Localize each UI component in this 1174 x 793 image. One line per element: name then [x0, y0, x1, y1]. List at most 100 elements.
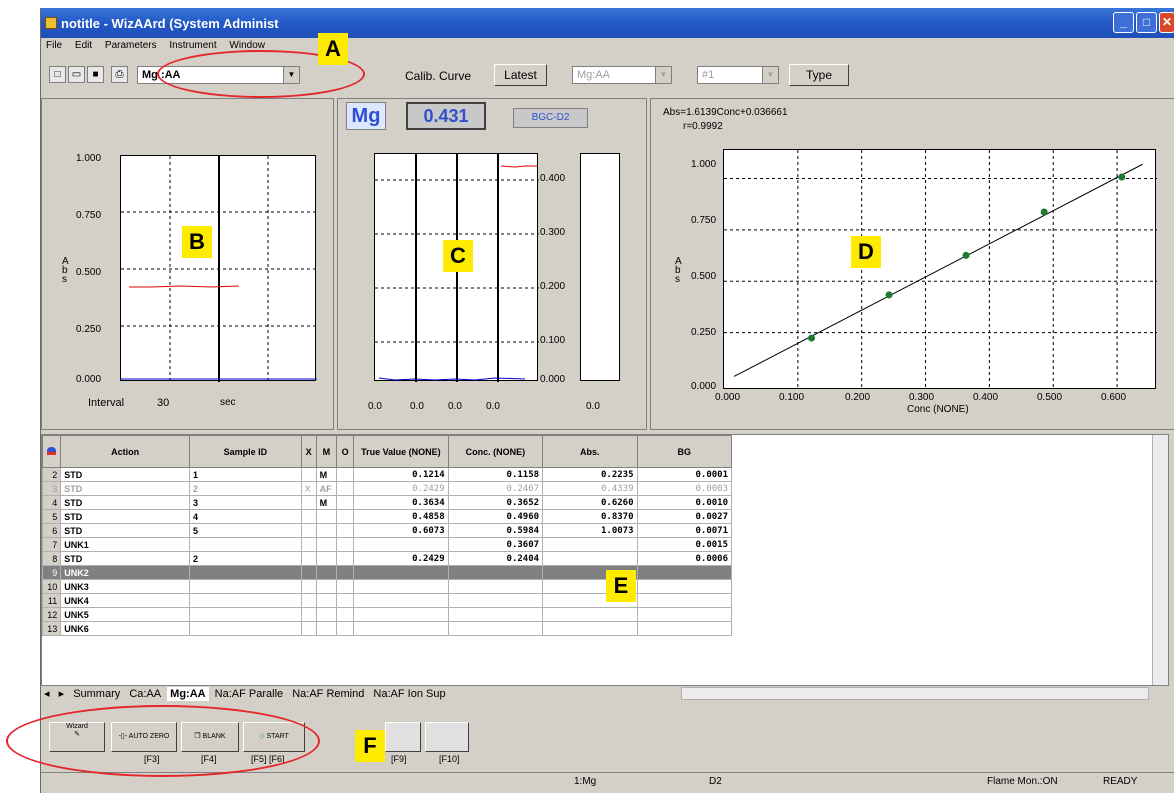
- col-m-cell[interactable]: [315, 621, 338, 636]
- col-o-cell[interactable]: [336, 537, 355, 552]
- latest-button[interactable]: Latest: [494, 64, 547, 86]
- col-id-cell[interactable]: [189, 607, 302, 622]
- col-tv-cell[interactable]: [353, 607, 449, 622]
- col-x-cell[interactable]: [300, 621, 317, 636]
- col-m-cell[interactable]: M: [315, 495, 338, 510]
- col-abs-cell[interactable]: [542, 537, 638, 552]
- col-bg[interactable]: BG: [636, 435, 732, 468]
- col-m-cell[interactable]: AF: [315, 481, 338, 496]
- horizontal-scrollbar[interactable]: [681, 687, 1149, 700]
- table-row[interactable]: 6 STD 5 0.6073 0.5984 1.0073 0.0071: [41, 523, 732, 538]
- row-number[interactable]: 5: [41, 509, 62, 524]
- col-bg-cell[interactable]: 0.0001: [636, 467, 732, 482]
- minimize-button[interactable]: _: [1113, 12, 1134, 33]
- col-action-cell[interactable]: UNK1: [60, 537, 191, 552]
- row-number[interactable]: 13: [41, 621, 62, 636]
- col-m-cell[interactable]: [315, 593, 338, 608]
- row-number[interactable]: 6: [41, 523, 62, 538]
- col-bg-cell[interactable]: 0.0027: [636, 509, 732, 524]
- col-abs-cell[interactable]: 0.8370: [542, 509, 638, 524]
- new-file-icon[interactable]: □: [49, 66, 66, 83]
- table-vertical-scrollbar[interactable]: [1152, 435, 1168, 685]
- col-id-cell[interactable]: 4: [189, 509, 302, 524]
- col-id-cell[interactable]: [189, 621, 302, 636]
- col-abs-cell[interactable]: [542, 621, 638, 636]
- col-id-cell[interactable]: [189, 593, 302, 608]
- col-tv-cell[interactable]: [353, 565, 449, 580]
- disabled-button-2[interactable]: [425, 722, 469, 752]
- col-x-cell[interactable]: [300, 537, 317, 552]
- col-action-cell[interactable]: STD: [60, 481, 191, 496]
- col-x-cell[interactable]: [300, 579, 317, 594]
- col-action-cell[interactable]: STD: [60, 467, 191, 482]
- col-x[interactable]: X: [300, 435, 317, 468]
- col-bg-cell[interactable]: [636, 607, 732, 622]
- col-x-cell[interactable]: [300, 593, 317, 608]
- col-action-cell[interactable]: UNK4: [60, 593, 191, 608]
- table-row[interactable]: 12 UNK5: [41, 607, 732, 622]
- col-bg-cell[interactable]: 0.0006: [636, 551, 732, 566]
- col-o-cell[interactable]: [336, 467, 355, 482]
- col-o-cell[interactable]: [336, 621, 355, 636]
- row-number[interactable]: 2: [41, 467, 62, 482]
- col-o-cell[interactable]: [336, 509, 355, 524]
- col-action-cell[interactable]: UNK3: [60, 579, 191, 594]
- col-bg-cell[interactable]: [636, 565, 732, 580]
- col-abs-cell[interactable]: 0.6260: [542, 495, 638, 510]
- col-abs-cell[interactable]: [542, 551, 638, 566]
- menu-instrument[interactable]: Instrument: [164, 38, 221, 53]
- col-tv-cell[interactable]: 0.2429: [353, 551, 449, 566]
- col-o-cell[interactable]: [336, 495, 355, 510]
- col-tv-cell[interactable]: [353, 579, 449, 594]
- row-number[interactable]: 3: [41, 481, 62, 496]
- table-row[interactable]: 8 STD 2 0.2429 0.2404 0.0006: [41, 551, 732, 566]
- col-m-cell[interactable]: [315, 523, 338, 538]
- table-row[interactable]: 2 STD 1 M 0.1214 0.1158 0.2235 0.0001: [41, 467, 732, 482]
- maximize-button[interactable]: □: [1136, 12, 1157, 33]
- col-x-cell[interactable]: X: [300, 481, 317, 496]
- col-x-cell[interactable]: [300, 509, 317, 524]
- tab-na-af-remind[interactable]: Na:AF Remind: [289, 687, 367, 701]
- col-m-cell[interactable]: [315, 551, 338, 566]
- col-bg-cell[interactable]: [636, 579, 732, 594]
- col-id-cell[interactable]: [189, 579, 302, 594]
- chevron-down-icon[interactable]: ▼: [655, 67, 671, 83]
- col-conc-cell[interactable]: [447, 593, 544, 608]
- tab-na-af-ion-sup[interactable]: Na:AF Ion Sup: [370, 687, 448, 701]
- col-action[interactable]: Action: [60, 435, 191, 468]
- col-bg-cell[interactable]: [636, 593, 732, 608]
- col-tv-cell[interactable]: 0.3634: [353, 495, 449, 510]
- col-x-cell[interactable]: [300, 551, 317, 566]
- col-abs-cell[interactable]: [542, 607, 638, 622]
- save-icon[interactable]: ■: [87, 66, 104, 83]
- col-o[interactable]: O: [336, 435, 355, 468]
- row-number[interactable]: 11: [41, 593, 62, 608]
- col-true-value[interactable]: True Value (NONE): [353, 435, 449, 468]
- col-abs-cell[interactable]: 1.0073: [542, 523, 638, 538]
- calib-number-select[interactable]: #1 ▼: [697, 66, 779, 84]
- menu-file[interactable]: File: [41, 38, 67, 53]
- col-conc-cell[interactable]: 0.3652: [447, 495, 544, 510]
- col-abs-cell[interactable]: 0.4339: [542, 481, 638, 496]
- col-action-cell[interactable]: STD: [60, 523, 191, 538]
- col-conc-cell[interactable]: 0.5984: [447, 523, 544, 538]
- col-bg-cell[interactable]: [636, 621, 732, 636]
- type-button[interactable]: Type: [789, 64, 849, 86]
- disabled-button-1[interactable]: [385, 722, 421, 752]
- col-id-cell[interactable]: 2: [189, 481, 302, 496]
- col-m-cell[interactable]: [315, 565, 338, 580]
- print-icon[interactable]: ⎙: [111, 66, 128, 83]
- col-tv-cell[interactable]: [353, 621, 449, 636]
- col-m-cell[interactable]: [315, 579, 338, 594]
- col-conc-cell[interactable]: [447, 565, 544, 580]
- col-tv-cell[interactable]: 0.4858: [353, 509, 449, 524]
- col-action-cell[interactable]: UNK5: [60, 607, 191, 622]
- tab-mg-aa[interactable]: Mg:AA: [167, 687, 209, 701]
- col-action-cell[interactable]: UNK2: [60, 565, 191, 580]
- col-bg-cell[interactable]: 0.0071: [636, 523, 732, 538]
- col-tv-cell[interactable]: 0.1214: [353, 467, 449, 482]
- col-id-cell[interactable]: 5: [189, 523, 302, 538]
- col-conc-cell[interactable]: 0.2404: [447, 551, 544, 566]
- col-o-cell[interactable]: [336, 481, 355, 496]
- tab-ca-aa[interactable]: Ca:AA: [126, 687, 164, 701]
